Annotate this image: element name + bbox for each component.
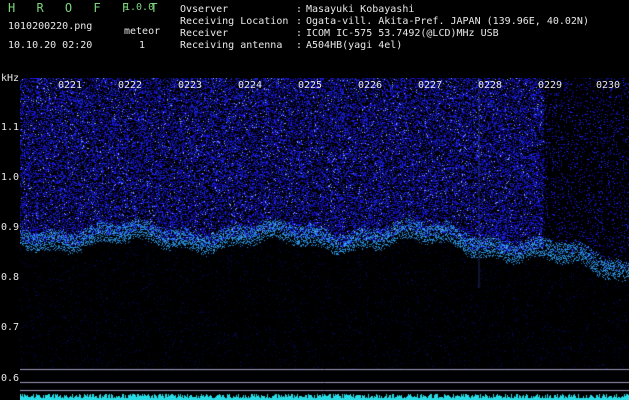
antenna-value: A504HB(yagi 4el) bbox=[306, 40, 403, 51]
antenna-label: Receiving antenna bbox=[180, 40, 283, 51]
x-tick-0228: 0228 bbox=[478, 80, 503, 91]
receiver-label: Receiver bbox=[180, 28, 229, 39]
y-tick-0-7: 0.7 bbox=[1, 322, 20, 333]
x-tick-0225: 0225 bbox=[298, 80, 323, 91]
observer-colon: : bbox=[296, 4, 303, 15]
y-tick-0-6: 0.6 bbox=[1, 373, 20, 384]
x-tick-0224: 0224 bbox=[238, 80, 263, 91]
x-tick-0222: 0222 bbox=[118, 80, 143, 91]
location-label: Receiving Location bbox=[180, 16, 289, 27]
file-name: 1010200220.png bbox=[8, 21, 93, 32]
x-tick-0226: 0226 bbox=[358, 80, 383, 91]
y-tick-0-8: 0.8 bbox=[1, 272, 20, 283]
receiver-colon: : bbox=[296, 28, 303, 39]
meteor-count-label: meteor bbox=[124, 26, 161, 37]
x-tick-0221: 0221 bbox=[58, 80, 83, 91]
x-tick-0223: 0223 bbox=[178, 80, 203, 91]
x-tick-0229: 0229 bbox=[538, 80, 563, 91]
antenna-colon: : bbox=[296, 40, 303, 51]
observer-label: Ovserver bbox=[180, 4, 229, 15]
observer-value: Masayuki Kobayashi bbox=[306, 4, 415, 15]
y-axis-unit: kHz bbox=[1, 73, 20, 84]
y-tick-1-1: 1.1 bbox=[1, 122, 20, 133]
y-tick-1-0: 1.0 bbox=[1, 172, 20, 183]
capture-datetime: 10.10.20 02:20 bbox=[8, 40, 93, 51]
meteor-count-value: 1 bbox=[139, 40, 146, 51]
location-colon: : bbox=[296, 16, 303, 27]
app-version: 1.0.0 bbox=[124, 2, 155, 13]
spectrogram-panel bbox=[20, 78, 629, 400]
spectrogram-canvas bbox=[20, 78, 629, 400]
location-value: Ogata-vill. Akita-Pref. JAPAN (139.96E, … bbox=[306, 16, 589, 27]
x-tick-0230: 0230 bbox=[596, 80, 621, 91]
y-tick-0-9: 0.9 bbox=[1, 222, 20, 233]
receiver-value: ICOM IC-575 53.7492(@LCD)MHz USB bbox=[306, 28, 499, 39]
x-tick-0227: 0227 bbox=[418, 80, 443, 91]
